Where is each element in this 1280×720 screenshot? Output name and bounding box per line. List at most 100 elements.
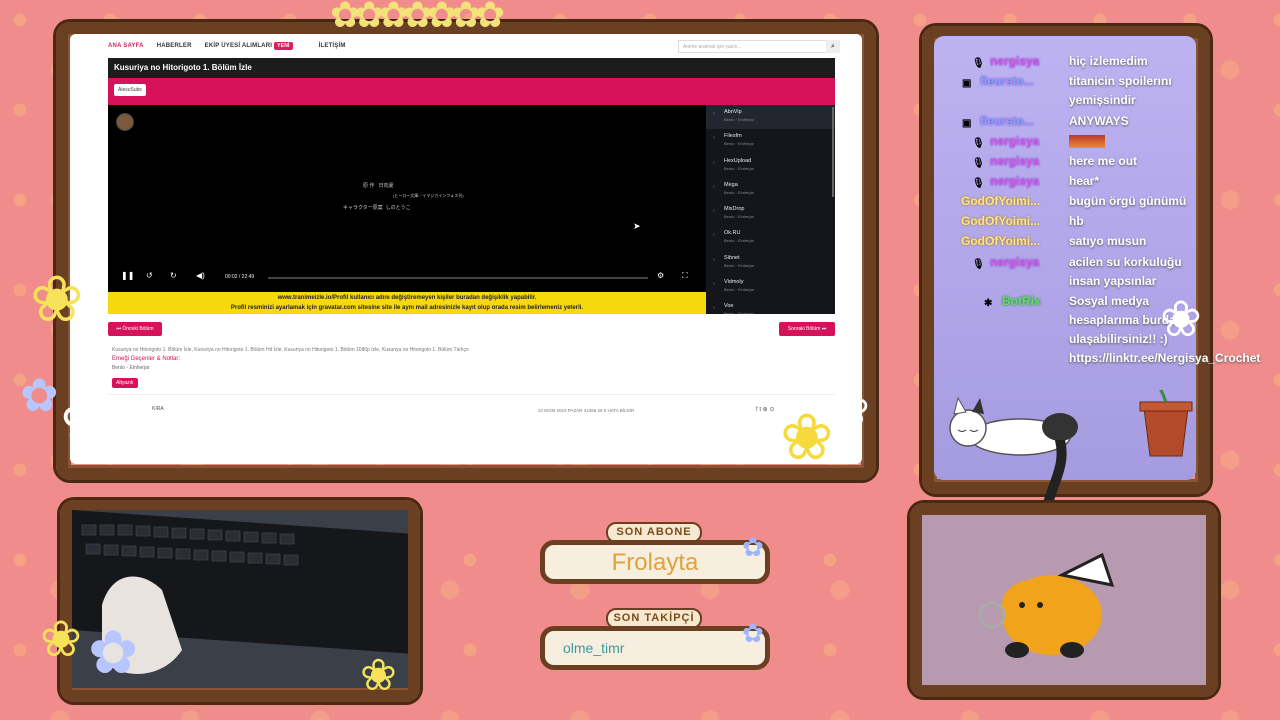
chat-image — [1069, 135, 1105, 148]
notice-banner: www.tranimeizle.io/Profil kullanıcı adın… — [108, 292, 706, 314]
uploader-avatar — [116, 113, 134, 131]
source-item[interactable]: › MixDrop Bento · Einherjar — [706, 202, 835, 226]
chat-username[interactable]: GodOfYoimi... — [961, 212, 1040, 231]
source-item[interactable]: › Vidmoly Bento · Einherjar — [706, 275, 835, 299]
chat-username[interactable]: fleursto... — [980, 72, 1034, 91]
credit-label-1: 原 作 — [363, 183, 375, 189]
fullscreen-icon[interactable]: ⛶ — [682, 271, 688, 281]
last-follow-box: olme_timr — [540, 626, 770, 670]
time-display: 00:02 / 22:49 — [225, 274, 255, 280]
mic-icon: 🎙 — [972, 138, 985, 149]
notice-line-2: Profil resminizi ayarlamak için gravatar… — [230, 305, 584, 311]
credit-value-1: 日向夏 — [378, 183, 394, 189]
chat-username[interactable]: nergisya — [990, 52, 1039, 71]
badge-icon: ▣ — [962, 118, 972, 129]
source-sub: Bento · Einherjar — [724, 311, 755, 314]
chat-username[interactable]: GodOfYoimi... — [961, 232, 1040, 251]
chat-text: satıyo musun — [1069, 234, 1147, 248]
source-sub: Bento · Einherjar — [724, 238, 755, 244]
chat-username[interactable]: nergisya — [990, 152, 1039, 171]
source-item[interactable]: › Filesfm Bento · Einherjar — [706, 129, 835, 153]
flower-icon: ✿ — [742, 532, 764, 562]
chat-username[interactable]: GodOfYoimi... — [961, 192, 1040, 211]
chat-username[interactable]: fleursto... — [980, 112, 1034, 131]
mic-icon: 🎙 — [972, 178, 985, 189]
chat-text: here me out — [1069, 154, 1138, 168]
nav-recruit[interactable]: EKİP ÜYESİ ALIMLARI YENİ — [204, 42, 306, 50]
video-player[interactable]: 原 作 日向夏 (ヒーロー文庫／イマジカインフォス刊) キャラクター原案 しのと… — [108, 105, 706, 292]
share-icons[interactable]: f t ⊕ ⊙ — [756, 406, 774, 413]
bot-icon: ✱ — [984, 298, 993, 309]
volume-icon[interactable]: ◀) — [196, 271, 205, 280]
source-item[interactable]: › AbnVip Bento · Einherjar — [706, 105, 835, 130]
source-name: Mega — [724, 181, 738, 188]
badge-icon: ▣ — [962, 78, 972, 89]
source-name: Voe — [724, 303, 734, 310]
chat-username[interactable]: nergisya — [990, 172, 1039, 191]
source-item[interactable]: › HexUpload Bento · Einherjar — [706, 154, 835, 178]
nav-recruit-label: EKİP ÜYESİ ALIMLARI — [204, 43, 273, 49]
chat-text: hear* — [1069, 174, 1100, 188]
settings-icon[interactable]: ⚙ — [657, 271, 664, 280]
pause-icon[interactable]: ❚❚ — [121, 271, 134, 280]
fansub-button[interactable]: AlesuSubs — [114, 84, 146, 96]
credit-value-2: しのとうこ — [385, 205, 411, 211]
credits-text: Bento - Einherjar — [112, 365, 150, 371]
flower-icon: ✿ — [20, 369, 59, 421]
nav-home[interactable]: ANA SAYFA — [108, 43, 144, 49]
chat-username[interactable]: nergisya — [990, 132, 1039, 151]
mic-icon: 🎙 — [972, 158, 985, 169]
mic-icon: 🎙 — [972, 259, 985, 270]
source-item[interactable]: › Ok.RU Bento · Einherjar — [706, 226, 835, 250]
author-name[interactable]: KIRA — [152, 406, 164, 412]
source-item[interactable]: › Voe Bento · Einherjar — [706, 299, 835, 314]
source-sub: Bento · Einherjar — [724, 141, 755, 147]
nav-contact[interactable]: İLETİŞİM — [319, 43, 346, 49]
source-item[interactable]: › Mega Bento · Einherjar — [706, 178, 835, 202]
new-badge: YENİ — [274, 42, 293, 50]
source-name: Sibnet — [724, 254, 740, 261]
chevron-right-icon: › — [713, 256, 715, 263]
credit-sub-1: (ヒーロー文庫／イマジカインフォス刊) — [393, 193, 464, 198]
episode-title: Kusuriya no Hitorigoto 1. Bölüm İzle — [108, 58, 835, 78]
nav-news[interactable]: HABERLER — [157, 43, 192, 49]
credit-label-2: キャラクター原案 — [343, 205, 383, 211]
chat-username[interactable]: BotRix — [1002, 292, 1041, 311]
fansub-bar: AlesuSubs — [108, 78, 835, 105]
search-input[interactable]: Anime aramak için yazın... — [678, 40, 840, 53]
chevron-right-icon: › — [713, 183, 715, 190]
search-icon[interactable]: ⌕ — [826, 40, 840, 53]
flower-icon: ❀ — [60, 382, 119, 460]
cursor-icon: ➤ — [633, 221, 641, 231]
browser-window: ANA SAYFA HABERLER EKİP ÜYESİ ALIMLARI YE… — [70, 34, 862, 464]
source-scrollbar[interactable] — [832, 107, 834, 197]
chat-text: ANYWAYS — [1069, 114, 1129, 128]
source-name: HexUpload — [724, 157, 752, 164]
next-episode-button[interactable]: Sonraki Bölüm ⏭ — [779, 322, 835, 336]
prev-episode-button[interactable]: ⏮ Önceki Bölüm — [108, 322, 162, 336]
source-sub: Bento · Einherjar — [724, 287, 755, 293]
source-item[interactable]: › Sibnet Bento · Einherjar — [706, 251, 835, 275]
flower-icon: ❀ — [780, 401, 834, 473]
last-sub-box: Frolayta — [540, 540, 770, 584]
flower-icon: ✿✿✿✿✿✿✿ — [330, 0, 505, 35]
chevron-right-icon: › — [713, 232, 715, 239]
source-name: AbnVip — [724, 109, 742, 115]
chevron-right-icon: › — [713, 208, 715, 215]
forward-icon[interactable]: ↻ — [170, 271, 177, 280]
chevron-right-icon: › — [713, 111, 715, 117]
source-sub: Bento · Einherjar — [724, 117, 755, 122]
seek-bar[interactable] — [268, 277, 648, 279]
last-follow-name: olme_timr — [563, 640, 625, 656]
flower-icon: ✿ — [742, 618, 764, 648]
mic-icon: 🎙 — [972, 58, 985, 69]
chat-text: bugün örgü günümü — [1069, 194, 1187, 208]
chat-text: titanicin spoilerını yemişsindir — [1069, 74, 1172, 107]
chevron-right-icon: › — [713, 159, 715, 166]
rewind-icon[interactable]: ↺ — [146, 271, 153, 280]
chat-username[interactable]: nergisya — [990, 253, 1039, 272]
source-sub: Bento · Einherjar — [724, 214, 755, 220]
chevron-right-icon: › — [713, 281, 715, 288]
flower-icon: ❀ — [40, 611, 82, 667]
post-footer: KIRA 22 EKİM 2023 PAZAR 41366 26 0 HATA … — [108, 394, 835, 429]
